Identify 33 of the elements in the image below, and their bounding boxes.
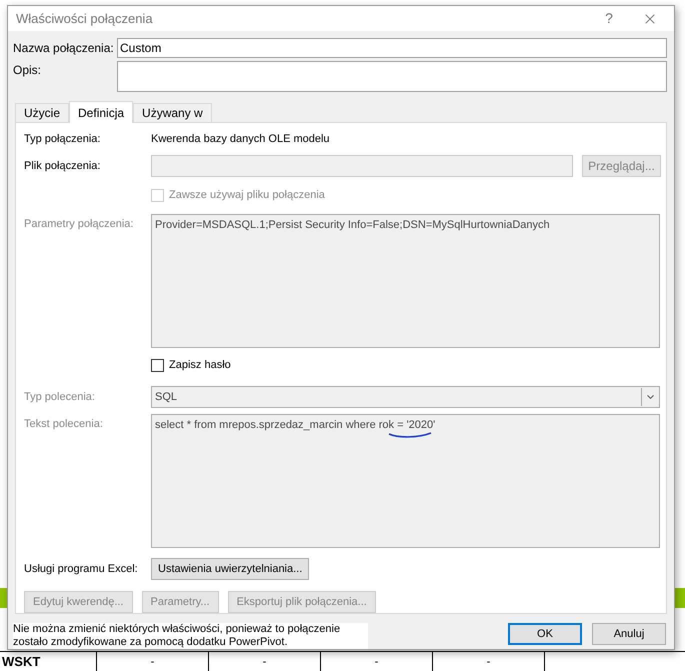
text-area-value: select * from mrepos.sprzedaz_marcin where rok = '2020' (155, 419, 436, 431)
sheet-cell: - (433, 652, 545, 671)
sheet-cell: - (321, 652, 433, 671)
sheet-cell: - (209, 652, 321, 671)
cell-highlight (675, 588, 685, 608)
field-label: Typ polecenia: (24, 390, 95, 403)
field-label: Parametry połączenia: (24, 218, 134, 230)
tab[interactable]: Użycie (15, 103, 70, 122)
tab[interactable]: Używany w (133, 103, 212, 122)
field-label: Nazwa połączenia: (13, 40, 115, 57)
field-label: Usługi programu Excel: (24, 562, 138, 575)
field-label: Opis: (13, 62, 42, 79)
authentication-settings-button[interactable]: Ustawienia uwierzytelniania... (151, 558, 310, 580)
field-label: Tekst polecenia: (24, 418, 103, 430)
checkbox-label: Zawsze używaj pliku połączenia (169, 188, 325, 203)
window-title: Właściwości połączenia (16, 10, 154, 28)
checkbox-label: Zapisz hasło (169, 358, 231, 373)
file-path-field[interactable] (151, 155, 573, 177)
help-button[interactable]: ? (594, 8, 624, 29)
description-field[interactable] (117, 61, 667, 92)
checkbox[interactable] (151, 358, 164, 372)
field-label: Typ połączenia: (24, 132, 100, 145)
field-label: Plik połączenia: (24, 160, 100, 172)
dialog-button[interactable]: OK (508, 623, 582, 645)
connection-type-value: Kwerenda bazy danych OLE modelu (151, 132, 330, 147)
sheet-cell: WSKT (0, 652, 97, 671)
connection-name-field[interactable]: Custom (117, 38, 667, 58)
dropdown-value: SQL (154, 390, 178, 405)
info-message: Nie można zmienić niektórych właściwości, ponieważ to połączenie zostało zmodyfikowane za pomocą dodatku PowerPivot. (13, 623, 368, 649)
dialog-button[interactable]: Anuluj (592, 623, 666, 645)
text-area-value: Provider=MSDASQL.1;Persist Security Info=False;DSN=MySqlHurtowniaDanych (155, 219, 550, 231)
sheet-cell: - (97, 652, 209, 671)
tab[interactable]: Definicja (69, 101, 134, 123)
